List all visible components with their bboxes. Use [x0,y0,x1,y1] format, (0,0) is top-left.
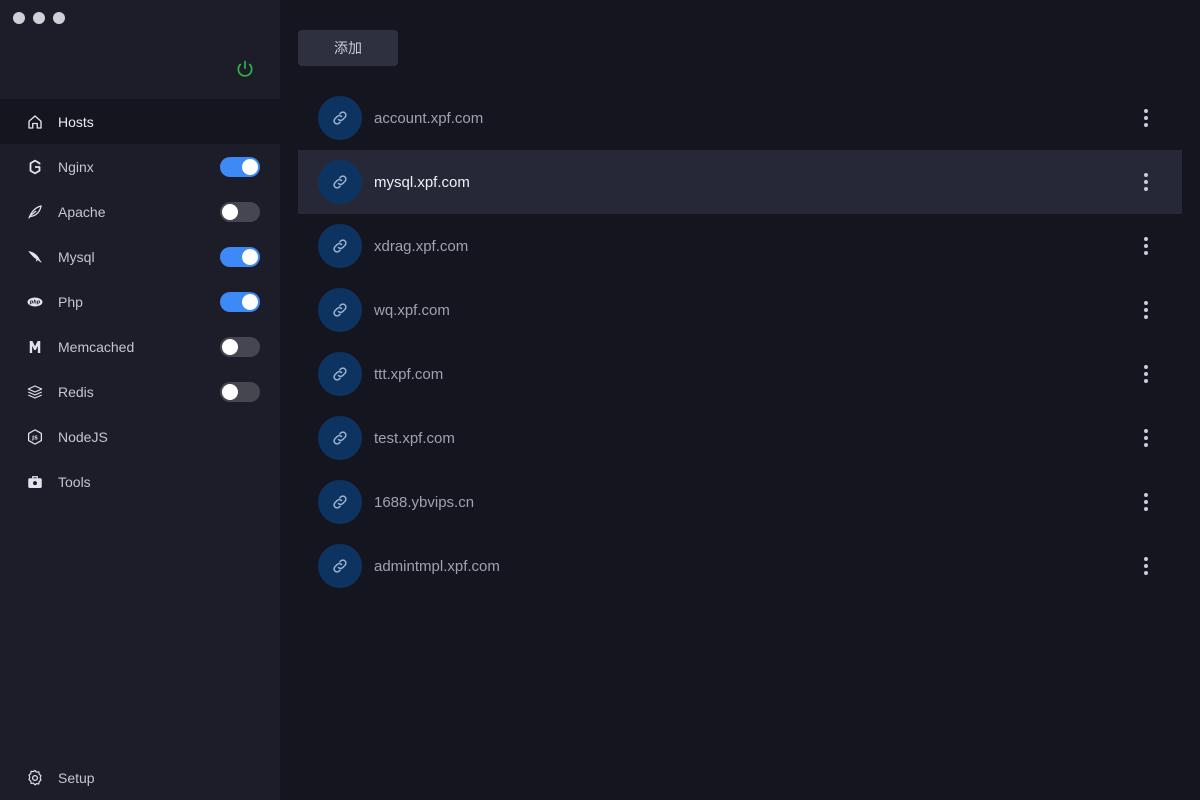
host-name: 1688.ybvips.cn [374,493,475,511]
sidebar-item-setup[interactable]: Setup [0,755,280,800]
link-icon [318,160,362,204]
more-options-icon[interactable] [1136,170,1156,194]
host-row[interactable]: ttt.xpf.com [298,342,1182,406]
minimize-window-button[interactable] [33,12,45,24]
sidebar-item-label: Apache [58,203,106,220]
link-icon [318,416,362,460]
sidebar-item-apache[interactable]: Apache [0,189,280,234]
memcached-toggle[interactable] [220,337,260,357]
host-name: test.xpf.com [374,429,455,447]
sidebar-item-hosts[interactable]: Hosts [0,99,280,144]
sidebar-item-php[interactable]: php Php [0,279,280,324]
link-icon [318,480,362,524]
maximize-window-button[interactable] [53,12,65,24]
sidebar-item-nginx[interactable]: Nginx [0,144,280,189]
sidebar-item-label: Memcached [58,338,135,355]
link-icon [318,288,362,332]
power-icon[interactable] [235,59,255,79]
redis-toggle[interactable] [220,382,260,402]
host-row[interactable]: account.xpf.com [298,86,1182,150]
sidebar-item-label: NodeJS [58,428,108,445]
toggle-knob [222,204,238,220]
toggle-knob [242,294,258,310]
more-options-icon[interactable] [1136,298,1156,322]
host-name: xdrag.xpf.com [374,237,469,255]
host-row[interactable]: xdrag.xpf.com [298,214,1182,278]
nginx-toggle[interactable] [220,157,260,177]
sidebar-item-label: Php [58,293,83,310]
host-row[interactable]: admintmpl.xpf.com [298,534,1182,598]
main-content: 添加 account.xpf.com mysql.xpf.com xdrag.x… [280,0,1200,800]
nginx-icon [26,158,44,176]
host-row[interactable]: mysql.xpf.com [298,150,1182,214]
toggle-knob [222,339,238,355]
php-icon: php [26,293,44,311]
toggle-knob [242,249,258,265]
sidebar-item-label: Redis [58,383,94,400]
host-name: account.xpf.com [374,109,484,127]
apache-feather-icon [26,203,44,221]
link-icon [318,352,362,396]
redis-icon [26,383,44,401]
host-row[interactable]: wq.xpf.com [298,278,1182,342]
setup-label: Setup [58,769,95,786]
sidebar-item-label: Mysql [58,248,95,265]
more-options-icon[interactable] [1136,234,1156,258]
sidebar-nav: Hosts Nginx Apache Mysql php Php Memcach… [0,99,280,504]
host-row[interactable]: 1688.ybvips.cn [298,470,1182,534]
php-toggle[interactable] [220,292,260,312]
svg-text:php: php [29,299,41,305]
nodejs-icon: JS [26,428,44,446]
sidebar-item-label: Tools [58,473,91,490]
link-icon [318,96,362,140]
memcached-icon [26,338,44,356]
sidebar-item-memcached[interactable]: Memcached [0,324,280,369]
close-window-button[interactable] [13,12,25,24]
gear-icon [26,769,44,787]
mysql-toggle[interactable] [220,247,260,267]
host-name: wq.xpf.com [374,301,450,319]
sidebar-item-redis[interactable]: Redis [0,369,280,414]
svg-text:JS: JS [31,435,38,441]
toolbox-icon [26,473,44,491]
sidebar-item-tools[interactable]: Tools [0,459,280,504]
add-host-button[interactable]: 添加 [298,30,398,66]
host-name: mysql.xpf.com [374,173,470,191]
window-controls [13,12,65,24]
link-icon [318,224,362,268]
sidebar-item-label: Hosts [58,113,94,130]
app-window: Hosts Nginx Apache Mysql php Php Memcach… [0,0,1200,800]
host-list: account.xpf.com mysql.xpf.com xdrag.xpf.… [298,86,1182,598]
host-name: admintmpl.xpf.com [374,557,500,575]
mysql-dolphin-icon [26,248,44,266]
apache-toggle[interactable] [220,202,260,222]
more-options-icon[interactable] [1136,106,1156,130]
toggle-knob [222,384,238,400]
toggle-knob [242,159,258,175]
sidebar-item-mysql[interactable]: Mysql [0,234,280,279]
sidebar-item-label: Nginx [58,158,94,175]
more-options-icon[interactable] [1136,490,1156,514]
host-row[interactable]: test.xpf.com [298,406,1182,470]
more-options-icon[interactable] [1136,554,1156,578]
sidebar-item-nodejs[interactable]: JS NodeJS [0,414,280,459]
sidebar: Hosts Nginx Apache Mysql php Php Memcach… [0,0,280,800]
more-options-icon[interactable] [1136,362,1156,386]
more-options-icon[interactable] [1136,426,1156,450]
host-name: ttt.xpf.com [374,365,444,383]
home-icon [26,113,44,131]
link-icon [318,544,362,588]
